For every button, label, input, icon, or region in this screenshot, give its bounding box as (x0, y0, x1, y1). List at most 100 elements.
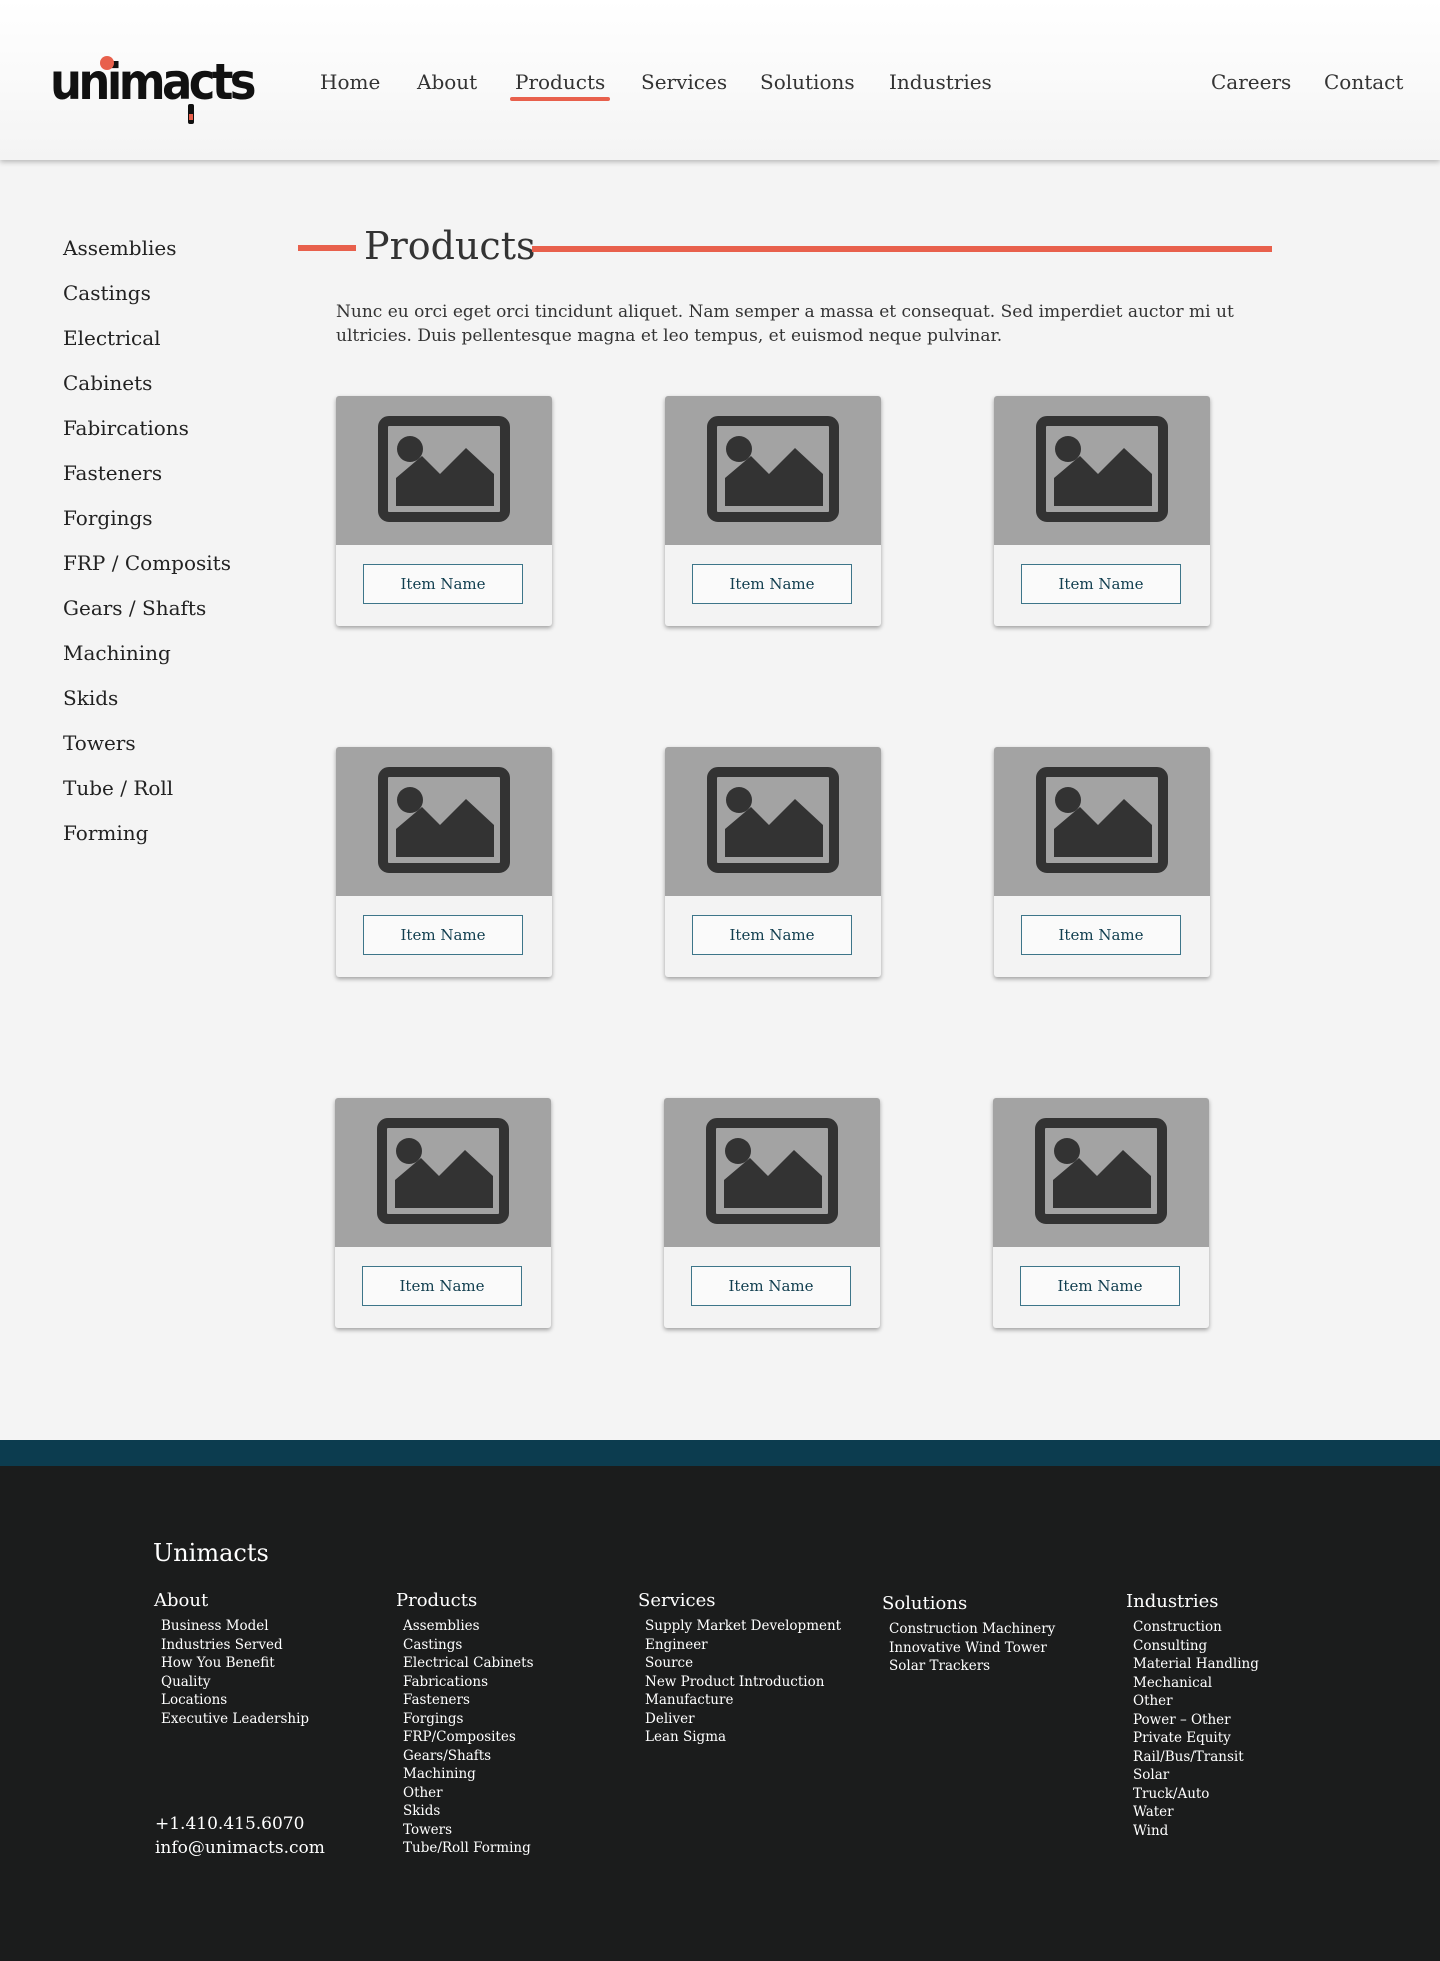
sidebar-item-forming[interactable]: Forming (63, 819, 231, 864)
product-card[interactable]: Item Name (993, 1098, 1209, 1328)
footer-link[interactable]: Towers (396, 1821, 534, 1840)
title-accent-bar-left (298, 245, 356, 251)
item-name-button[interactable]: Item Name (1020, 1266, 1180, 1306)
footer-link[interactable]: Other (1126, 1692, 1259, 1711)
footer-link[interactable]: Solar (1126, 1766, 1259, 1785)
footer-link[interactable]: Manufacture (638, 1691, 841, 1710)
nav-home[interactable]: Home (320, 70, 380, 94)
footer-link[interactable]: Supply Market Development (638, 1617, 841, 1636)
nav-about[interactable]: About (417, 70, 477, 94)
item-name-button[interactable]: Item Name (692, 915, 852, 955)
footer-link[interactable]: Private Equity (1126, 1729, 1259, 1748)
product-card[interactable]: Item Name (336, 747, 552, 977)
product-card[interactable]: Item Name (994, 396, 1210, 626)
sidebar-item-assemblies[interactable]: Assemblies (63, 234, 231, 279)
footer-link[interactable]: Solar Trackers (882, 1657, 1055, 1676)
footer-column-products: Products Assemblies Castings Electrical … (396, 1589, 534, 1858)
nav-services[interactable]: Services (641, 70, 727, 94)
product-card[interactable]: Item Name (994, 747, 1210, 977)
footer-link[interactable]: Executive Leadership (154, 1710, 309, 1729)
sidebar-item-machining[interactable]: Machining (63, 639, 231, 684)
item-name-button[interactable]: Item Name (1021, 915, 1181, 955)
product-card[interactable]: Item Name (664, 1098, 880, 1328)
nav-contact[interactable]: Contact (1324, 70, 1403, 94)
footer-contact: +1.410.415.6070 info@unimacts.com (155, 1812, 325, 1860)
footer-link[interactable]: Locations (154, 1691, 309, 1710)
sidebar-item-forgings[interactable]: Forgings (63, 504, 231, 549)
product-image (664, 1098, 880, 1247)
footer-phone[interactable]: +1.410.415.6070 (155, 1812, 325, 1836)
footer-link[interactable]: How You Benefit (154, 1654, 309, 1673)
footer-link[interactable]: Construction (1126, 1618, 1259, 1637)
footer-link[interactable]: Consulting (1126, 1637, 1259, 1656)
footer-column-title[interactable]: Industries (1126, 1590, 1259, 1614)
sidebar-item-cabinets[interactable]: Cabinets (63, 369, 231, 414)
sidebar-item-electrical[interactable]: Electrical (63, 324, 231, 369)
sidebar-item-castings[interactable]: Castings (63, 279, 231, 324)
footer-link[interactable]: Tube/Roll Forming (396, 1839, 534, 1858)
footer-link[interactable]: Fasteners (396, 1691, 534, 1710)
item-name-button[interactable]: Item Name (692, 564, 852, 604)
footer-column-title[interactable]: Solutions (882, 1592, 1055, 1616)
intro-paragraph: Nunc eu orci eget orci tincidunt aliquet… (336, 302, 1234, 346)
footer-link[interactable]: Construction Machinery (882, 1620, 1055, 1639)
item-name-button[interactable]: Item Name (363, 915, 523, 955)
sidebar-item-tube-roll[interactable]: Tube / Roll (63, 774, 231, 819)
nav-products[interactable]: Products (509, 70, 611, 101)
sidebar-item-fasteners[interactable]: Fasteners (63, 459, 231, 504)
nav-solutions[interactable]: Solutions (760, 70, 855, 94)
sidebar-item-towers[interactable]: Towers (63, 729, 231, 774)
footer-link[interactable]: Gears/Shafts (396, 1747, 534, 1766)
footer-column-title[interactable]: About (154, 1589, 309, 1613)
image-placeholder-icon (706, 1118, 838, 1224)
product-card[interactable]: Item Name (335, 1098, 551, 1328)
footer-link[interactable]: Wind (1126, 1822, 1259, 1841)
logo-wordmark: unimacts (50, 53, 257, 111)
footer-column-title[interactable]: Products (396, 1589, 534, 1613)
footer-column-title[interactable]: Services (638, 1589, 841, 1613)
footer-link[interactable]: Engineer (638, 1636, 841, 1655)
product-card[interactable]: Item Name (336, 396, 552, 626)
footer-link[interactable]: Material Handling (1126, 1655, 1259, 1674)
item-name-button[interactable]: Item Name (1021, 564, 1181, 604)
nav-careers[interactable]: Careers (1211, 70, 1291, 94)
footer-link[interactable]: Lean Sigma (638, 1728, 841, 1747)
footer-link[interactable]: Forgings (396, 1710, 534, 1729)
footer-link[interactable]: Other (396, 1784, 534, 1803)
footer-link[interactable]: FRP/Composites (396, 1728, 534, 1747)
product-card[interactable]: Item Name (665, 396, 881, 626)
footer-email[interactable]: info@unimacts.com (155, 1836, 325, 1860)
footer-link[interactable]: Innovative Wind Tower (882, 1639, 1055, 1658)
footer-link[interactable]: Electrical Cabinets (396, 1654, 534, 1673)
item-name-button[interactable]: Item Name (363, 564, 523, 604)
sidebar-item-gears-shafts[interactable]: Gears / Shafts (63, 594, 231, 639)
image-placeholder-icon (1036, 416, 1168, 522)
footer-link[interactable]: Skids (396, 1802, 534, 1821)
image-placeholder-icon (707, 767, 839, 873)
sidebar-item-skids[interactable]: Skids (63, 684, 231, 729)
footer-link[interactable]: Quality (154, 1673, 309, 1692)
footer-link[interactable]: Source (638, 1654, 841, 1673)
footer-link[interactable]: Machining (396, 1765, 534, 1784)
product-image (994, 396, 1210, 545)
footer-link[interactable]: Rail/Bus/Transit (1126, 1748, 1259, 1767)
product-card[interactable]: Item Name (665, 747, 881, 977)
item-name-button[interactable]: Item Name (691, 1266, 851, 1306)
footer-link[interactable]: Water (1126, 1803, 1259, 1822)
footer-link[interactable]: Business Model (154, 1617, 309, 1636)
footer-link[interactable]: Industries Served (154, 1636, 309, 1655)
sidebar-item-frp-composites[interactable]: FRP / Composits (63, 549, 231, 594)
nav-industries[interactable]: Industries (889, 70, 992, 94)
unimacts-logo[interactable]: unimacts (50, 52, 257, 124)
sidebar-item-fabrications[interactable]: Fabircations (63, 414, 231, 459)
footer-link[interactable]: Power – Other (1126, 1711, 1259, 1730)
footer-link[interactable]: New Product Introduction (638, 1673, 841, 1692)
item-name-button[interactable]: Item Name (362, 1266, 522, 1306)
footer-link[interactable]: Castings (396, 1636, 534, 1655)
footer-link[interactable]: Deliver (638, 1710, 841, 1729)
image-placeholder-icon (378, 416, 510, 522)
footer-link[interactable]: Truck/Auto (1126, 1785, 1259, 1804)
footer-link[interactable]: Mechanical (1126, 1674, 1259, 1693)
footer-link[interactable]: Fabrications (396, 1673, 534, 1692)
footer-link[interactable]: Assemblies (396, 1617, 534, 1636)
